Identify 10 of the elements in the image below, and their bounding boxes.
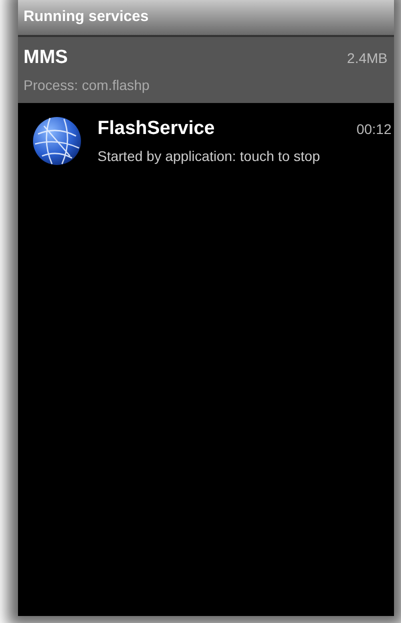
window-title: Running services bbox=[24, 7, 149, 28]
process-row[interactable]: MMS 2.4MB Process: com.flashp bbox=[18, 37, 394, 103]
process-detail: Process: com.flashp bbox=[24, 76, 151, 96]
process-name: MMS bbox=[24, 46, 68, 70]
globe-icon bbox=[32, 116, 82, 166]
service-time: 00:12 bbox=[356, 120, 392, 139]
service-name: FlashService bbox=[98, 117, 215, 141]
memory-usage: 2.4MB bbox=[347, 48, 388, 68]
service-status: Started by application: touch to stop bbox=[98, 146, 322, 166]
service-row[interactable]: FlashService 00:12 Started by application: touch to stop bbox=[18, 103, 394, 176]
